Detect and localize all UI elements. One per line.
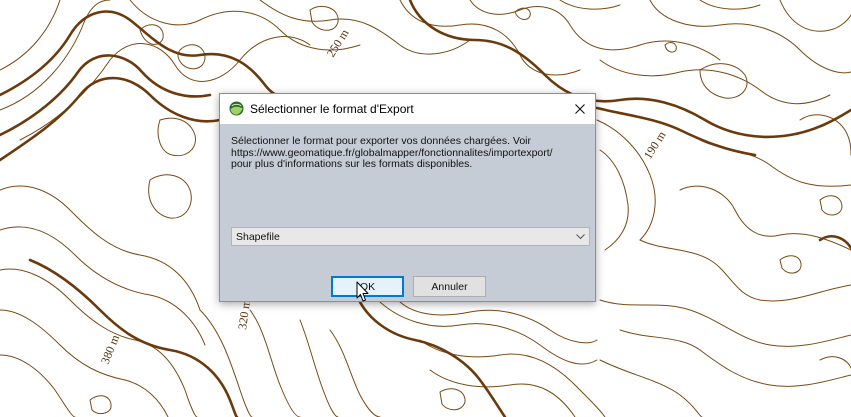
contour-line xyxy=(599,59,831,105)
contour-line xyxy=(0,309,169,417)
contour-line xyxy=(514,7,531,20)
info-line: Sélectionner le format pour exporter vos… xyxy=(231,135,532,147)
contour-line xyxy=(309,6,339,31)
contour-line xyxy=(664,42,677,53)
contour-line xyxy=(0,185,201,311)
contour-line xyxy=(799,114,851,156)
contour-line xyxy=(596,119,656,241)
dialog-title: Sélectionner le format d'Export xyxy=(250,102,414,116)
contour-line xyxy=(259,0,471,55)
index-contour xyxy=(358,300,507,417)
close-icon xyxy=(575,104,585,114)
contour-line xyxy=(599,299,851,347)
index-contour xyxy=(0,76,222,162)
cancel-button[interactable]: Annuler xyxy=(413,276,486,297)
index-contour xyxy=(28,258,239,417)
contour-line xyxy=(699,0,761,10)
contour-line xyxy=(779,0,851,32)
export-format-dialog: Sélectionner le format d'Export Sélectio… xyxy=(219,93,596,302)
contour-line xyxy=(139,24,164,45)
contour-line xyxy=(779,255,802,274)
contour-line xyxy=(649,0,851,74)
contour-line xyxy=(399,301,598,344)
contour-line xyxy=(599,149,629,251)
contour-line xyxy=(379,301,598,365)
contour-line xyxy=(89,395,112,415)
contour-line xyxy=(129,0,361,51)
close-button[interactable] xyxy=(565,94,595,124)
contour-line xyxy=(819,356,851,369)
contour-line xyxy=(399,0,581,76)
contour-line xyxy=(699,63,748,99)
contour-line xyxy=(249,309,301,417)
contour-line xyxy=(619,329,851,387)
contour-line xyxy=(559,0,621,10)
contour-line xyxy=(157,117,196,157)
contour-line xyxy=(299,319,339,417)
contour-line xyxy=(329,329,381,417)
dialog-info-text: Sélectionner le format pour exporter vos… xyxy=(231,135,586,171)
contour-label-320: 320 m xyxy=(235,298,253,331)
chevron-down-icon xyxy=(576,234,585,240)
globalmapper-globe-icon xyxy=(229,101,244,116)
contour-line xyxy=(0,268,198,417)
contour-line xyxy=(0,354,76,417)
info-line: pour plus d'informations sur les formats… xyxy=(231,158,473,170)
format-select[interactable]: Shapefile xyxy=(231,227,590,246)
contour-line xyxy=(679,185,851,251)
contour-line xyxy=(819,195,843,216)
contour-label-380: 380 m xyxy=(98,332,123,366)
contour-line xyxy=(148,174,192,219)
contour-line xyxy=(639,239,851,302)
contour-label-250: 250 m xyxy=(324,26,352,60)
contour-line xyxy=(439,388,466,411)
contour-line xyxy=(599,359,703,417)
index-contour xyxy=(818,235,851,250)
contour-label-190: 190 m xyxy=(641,128,669,162)
format-select-value: Shapefile xyxy=(236,231,280,243)
dialog-titlebar[interactable]: Sélectionner le format d'Export xyxy=(220,94,595,124)
ok-button[interactable]: OK xyxy=(331,276,404,297)
